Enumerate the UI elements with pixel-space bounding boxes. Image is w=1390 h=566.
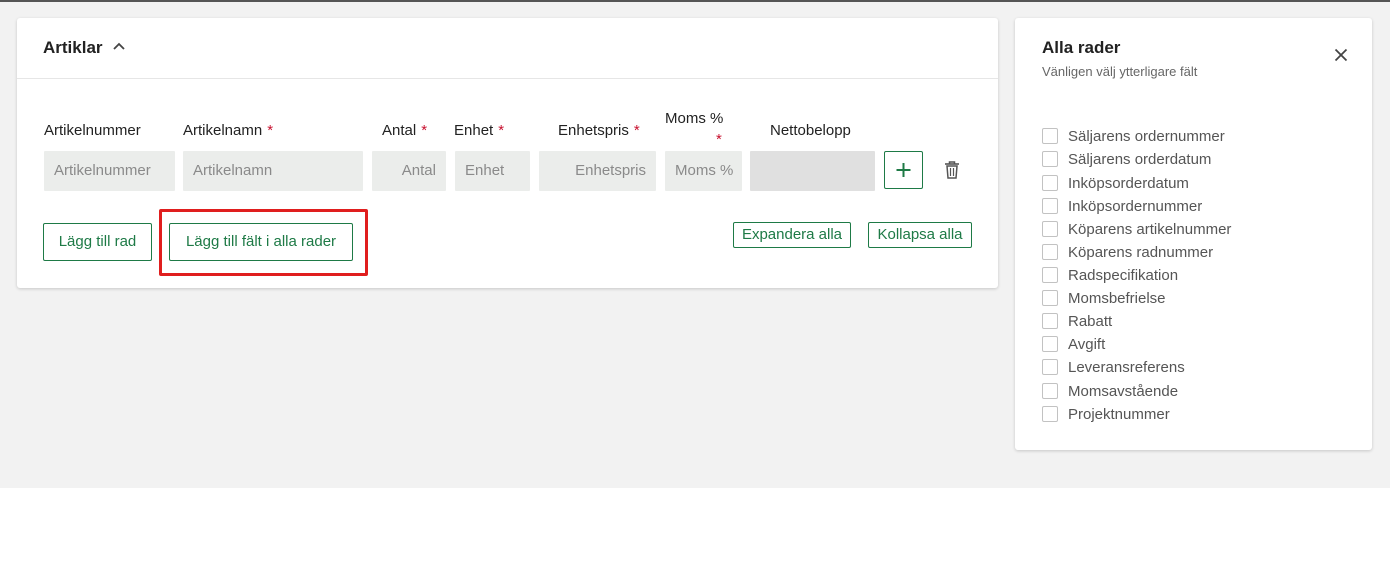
label-moms-required: * (716, 131, 722, 148)
close-icon[interactable] (1334, 48, 1348, 62)
option-saljarens-orderdatum[interactable]: Säljarens orderdatum (1042, 149, 1211, 169)
label-enhetspris: Enhetspris * (558, 122, 640, 139)
label-moms: Moms % (665, 110, 723, 127)
artikelnummer-input[interactable]: Artikelnummer (44, 151, 175, 191)
option-koparens-radnummer[interactable]: Köparens radnummer (1042, 242, 1213, 262)
label-artikelnamn-text: Artikelnamn (183, 122, 263, 139)
label-enhetspris-text: Enhetspris (558, 122, 629, 139)
checkbox[interactable] (1042, 128, 1058, 144)
checkbox[interactable] (1042, 244, 1058, 260)
nettobelopp-field (750, 151, 875, 191)
option-momsbefrielse[interactable]: Momsbefrielse (1042, 288, 1166, 308)
required-marker: * (498, 122, 505, 139)
checkbox[interactable] (1042, 151, 1058, 167)
option-momsavstaende[interactable]: Momsavstående (1042, 381, 1178, 401)
option-label: Avgift (1068, 335, 1106, 353)
option-label: Radspecifikation (1068, 266, 1179, 284)
option-label: Leveransreferens (1068, 358, 1185, 376)
plus-icon (896, 163, 911, 177)
option-rabatt[interactable]: Rabatt (1042, 311, 1112, 331)
option-label: Momsavstående (1068, 382, 1179, 400)
label-nettobelopp: Nettobelopp (770, 122, 851, 139)
required-marker: * (633, 122, 640, 139)
option-inkopsordernummer[interactable]: Inköpsordernummer (1042, 196, 1202, 216)
label-nettobelopp-text: Nettobelopp (770, 122, 851, 139)
required-marker: * (421, 122, 428, 139)
required-marker: * (267, 122, 274, 139)
label-antal-text: Antal (382, 122, 417, 139)
moms-input[interactable]: Moms % (665, 151, 742, 191)
checkbox[interactable] (1042, 198, 1058, 214)
label-artikelnummer-text: Artikelnummer (44, 122, 141, 139)
articles-header[interactable]: Artiklar (17, 18, 998, 79)
collapse-all-button[interactable]: Kollapsa alla (868, 222, 972, 248)
articles-title: Artiklar (43, 38, 103, 57)
panel-title: Alla rader (1042, 38, 1121, 57)
enhet-input[interactable]: Enhet (455, 151, 530, 191)
required-marker: * (716, 131, 722, 148)
add-article-button[interactable] (884, 151, 923, 189)
option-label: Rabatt (1068, 312, 1113, 330)
option-label: Momsbefrielse (1068, 289, 1166, 307)
option-koparens-artikelnummer[interactable]: Köparens artikelnummer (1042, 219, 1231, 239)
option-label: Inköpsorderdatum (1068, 174, 1189, 192)
checkbox[interactable] (1042, 175, 1058, 191)
option-avgift[interactable]: Avgift (1042, 334, 1105, 354)
label-moms-text: Moms % (665, 110, 724, 127)
articles-card: Artiklar Artikelnummer Artikelnamn * Anta… (17, 18, 998, 288)
panel-subtitle: Vänligen välj ytterligare fält (1042, 64, 1198, 79)
label-artikelnummer: Artikelnummer (44, 122, 141, 139)
checkbox[interactable] (1042, 313, 1058, 329)
checkbox[interactable] (1042, 221, 1058, 237)
option-label: Projektnummer (1068, 405, 1170, 423)
label-artikelnamn: Artikelnamn * (183, 122, 273, 139)
checkbox[interactable] (1042, 336, 1058, 352)
label-enhet-text: Enhet (454, 122, 494, 139)
checkbox[interactable] (1042, 406, 1058, 422)
option-label: Inköpsordernummer (1068, 197, 1203, 215)
artikelnamn-input[interactable]: Artikelnamn (183, 151, 363, 191)
trash-icon[interactable] (943, 160, 961, 180)
highlight-box (159, 209, 368, 276)
checkbox[interactable] (1042, 359, 1058, 375)
option-leveransreferens[interactable]: Leveransreferens (1042, 357, 1185, 377)
label-antal: Antal * (382, 122, 427, 139)
option-label: Köparens radnummer (1068, 243, 1214, 261)
enhetspris-input[interactable]: Enhetspris (539, 151, 656, 191)
option-projektnummer[interactable]: Projektnummer (1042, 404, 1170, 424)
add-row-button[interactable]: Lägg till rad (43, 223, 152, 261)
all-rows-panel: Alla rader Vänligen välj ytterligare fäl… (1015, 18, 1372, 450)
option-label: Säljarens orderdatum (1068, 150, 1212, 168)
checkbox[interactable] (1042, 383, 1058, 399)
option-inkopsorderdatum[interactable]: Inköpsorderdatum (1042, 173, 1189, 193)
checkbox[interactable] (1042, 267, 1058, 283)
chevron-up-icon[interactable] (112, 41, 126, 51)
option-radspecifikation[interactable]: Radspecifikation (1042, 265, 1178, 285)
option-label: Köparens artikelnummer (1068, 220, 1232, 238)
option-saljarens-ordernummer[interactable]: Säljarens ordernummer (1042, 126, 1225, 146)
antal-input[interactable]: Antal (372, 151, 446, 191)
checkbox[interactable] (1042, 290, 1058, 306)
label-enhet: Enhet * (454, 122, 504, 139)
option-label: Säljarens ordernummer (1068, 127, 1225, 145)
expand-all-button[interactable]: Expandera alla (733, 222, 851, 248)
